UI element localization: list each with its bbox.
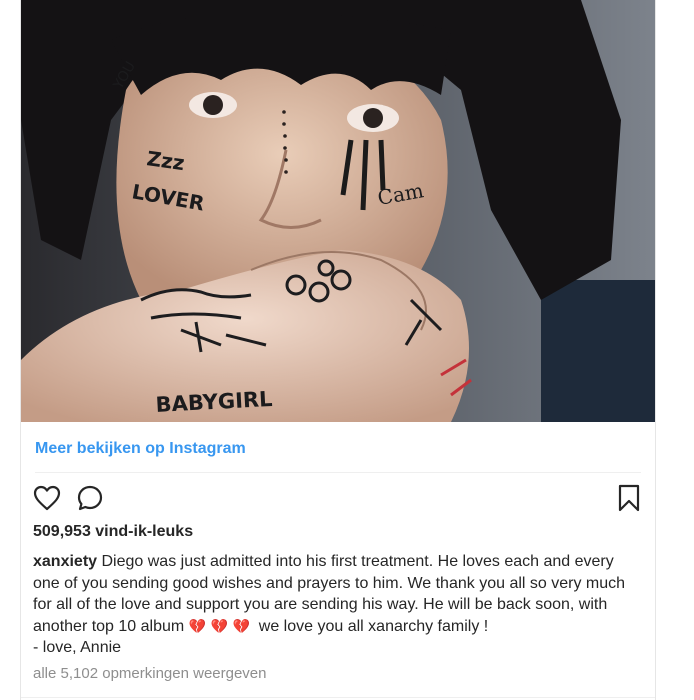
broken-heart-emoji: 💔 xyxy=(210,617,228,634)
like-heart-icon[interactable] xyxy=(33,485,61,516)
instagram-embed-card: Zzz LOVER YOU Cam BABYGIRL Meer bekijken… xyxy=(20,0,656,700)
post-photo[interactable]: Zzz LOVER YOU Cam BABYGIRL xyxy=(21,0,655,422)
like-count[interactable]: 509,953 vind-ik-leuks xyxy=(33,523,193,541)
broken-heart-emoji: 💔 xyxy=(188,617,207,634)
divider xyxy=(35,472,641,473)
caption-signoff: - love, Annie xyxy=(33,639,122,656)
comment-icon[interactable] xyxy=(76,484,104,517)
caption-username[interactable]: xanxiety xyxy=(33,553,97,570)
divider xyxy=(21,697,655,698)
view-all-comments-link[interactable]: alle 5,102 opmerkingen weergeven xyxy=(33,665,267,682)
view-more-on-instagram-link[interactable]: Meer bekijken op Instagram xyxy=(35,440,246,458)
post-caption: xanxiety Diego was just admitted into hi… xyxy=(33,551,643,659)
broken-heart-emoji: 💔 xyxy=(232,617,250,634)
save-bookmark-icon[interactable] xyxy=(617,484,641,517)
caption-text-family: we love you all xanarchy family ! xyxy=(258,617,489,635)
